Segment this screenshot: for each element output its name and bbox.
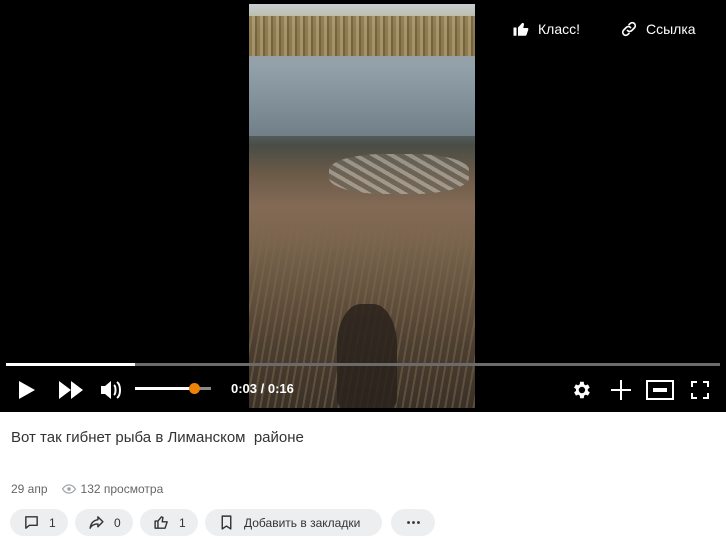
play-icon [19, 381, 35, 399]
like-icon [154, 516, 168, 529]
forward-icon [59, 381, 83, 399]
video-meta: 29 апр 132 просмотра [11, 482, 163, 496]
miniplayer-button[interactable] [646, 379, 674, 401]
settings-icon [574, 381, 590, 399]
fullscreen-icon [691, 381, 709, 399]
comments-button[interactable]: 1 [10, 509, 68, 536]
progress-bar[interactable] [6, 363, 720, 366]
volume-fill [135, 387, 195, 390]
bookmark-label: Добавить в закладки [244, 515, 361, 530]
likes-count: 1 [179, 515, 186, 530]
volume-icon [101, 381, 121, 399]
play-button[interactable] [16, 379, 38, 401]
video-title: Вот так гибнет рыба в Лиманском районе [11, 429, 304, 446]
thumbs-up-icon [513, 23, 529, 36]
link-action-label: Ссылка [646, 21, 696, 37]
share-icon [89, 516, 104, 529]
plus-icon [611, 380, 631, 400]
volume-knob[interactable] [188, 383, 200, 394]
link-action[interactable]: Ссылка [620, 20, 696, 38]
progress-fill [6, 363, 135, 366]
video-date: 29 апр [11, 482, 48, 496]
video-player[interactable]: Класс! Ссылка 0:03 / 0:16 [0, 0, 726, 412]
time-display: 0:03 / 0:16 [231, 381, 294, 396]
frame-dead-fish [329, 154, 469, 194]
video-views: 132 просмотра [80, 482, 164, 496]
frame-reeds [249, 16, 475, 56]
like-action[interactable]: Класс! [512, 20, 580, 38]
share-button[interactable]: 0 [75, 509, 133, 536]
video-frame[interactable] [249, 4, 475, 408]
more-button[interactable] [391, 509, 435, 536]
shares-count: 0 [114, 515, 121, 530]
settings-button[interactable] [569, 378, 593, 402]
volume-button[interactable] [99, 378, 123, 402]
comment-icon [25, 516, 38, 529]
bookmark-icon [221, 515, 232, 530]
link-icon [621, 21, 637, 37]
bookmark-button[interactable]: Добавить в закладки [205, 509, 382, 536]
fullscreen-button[interactable] [689, 379, 711, 401]
comments-count: 1 [49, 515, 56, 530]
miniplayer-icon [646, 380, 674, 400]
frame-shadow [337, 304, 397, 408]
like-button[interactable]: 1 [140, 509, 198, 536]
add-button[interactable] [609, 378, 633, 402]
more-icon [406, 521, 420, 524]
eye-icon [61, 484, 76, 494]
forward-button[interactable] [58, 379, 84, 401]
frame-water [249, 56, 475, 136]
like-action-label: Класс! [538, 21, 580, 37]
